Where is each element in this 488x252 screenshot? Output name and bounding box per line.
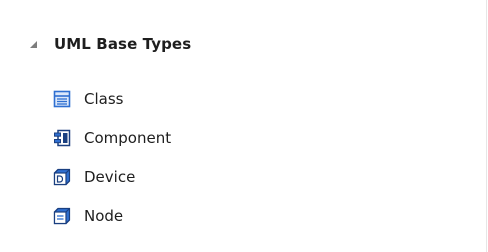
toolbox-item-component[interactable]: Component [52, 125, 452, 151]
toolbox-item-class[interactable]: Class [52, 86, 452, 112]
group-title: UML Base Types [54, 35, 192, 53]
toolbox-item-label: Component [84, 129, 172, 147]
toolbox-item-list: Class Component Device Node [52, 86, 452, 242]
toolbox-item-label: Node [84, 207, 124, 225]
group-header-uml-base-types[interactable]: UML Base Types [26, 32, 191, 56]
toolbox-item-label: Device [84, 168, 136, 186]
node-icon [52, 206, 72, 226]
toolbox-item-node[interactable]: Node [52, 203, 452, 229]
device-icon [52, 167, 72, 187]
component-icon [52, 128, 72, 148]
toolbox-item-device[interactable]: Device [52, 164, 452, 190]
expanded-triangle-icon[interactable] [26, 37, 40, 51]
toolbox-item-label: Class [84, 90, 124, 108]
class-icon [52, 89, 72, 109]
toolbox-panel: UML Base Types Class Component Device No… [0, 0, 487, 252]
